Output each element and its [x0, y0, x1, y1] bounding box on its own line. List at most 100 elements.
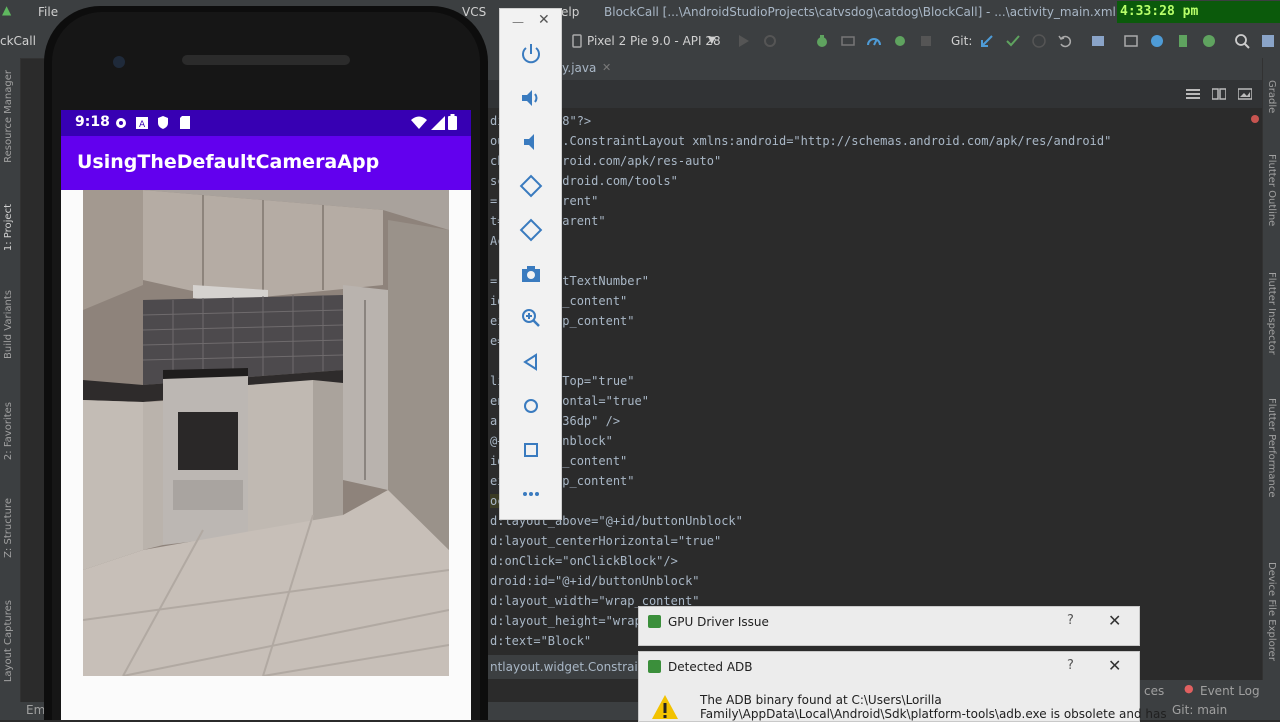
app-bar: UsingTheDefaultCameraApp: [61, 136, 471, 190]
rotate-left-icon[interactable]: [519, 174, 543, 198]
search-icon[interactable]: [1234, 33, 1250, 49]
android-studio-logo-icon: ▲: [2, 3, 12, 17]
tool-build-variants[interactable]: Build Variants: [3, 290, 14, 359]
android-icon: [648, 660, 661, 673]
dialog-title: Detected ADB: [668, 660, 753, 674]
expand-icon[interactable]: [1260, 33, 1276, 49]
window-title: BlockCall [...\AndroidStudioProjects\cat…: [604, 5, 1152, 19]
sd-card-icon: [180, 116, 190, 129]
power-icon[interactable]: [519, 42, 543, 66]
code-line[interactable]: d:layout_height="wrap: [490, 614, 642, 628]
captured-photo: [83, 190, 449, 676]
tool-flutter-inspector[interactable]: Flutter Inspector: [1266, 272, 1277, 355]
tab-close-icon[interactable]: ✕: [602, 61, 611, 74]
apply-changes-icon[interactable]: [892, 33, 908, 49]
help-icon[interactable]: ?: [1067, 613, 1074, 628]
code-view-icon[interactable]: [1186, 88, 1200, 100]
front-camera: [113, 56, 125, 68]
svg-text:A: A: [139, 120, 146, 130]
menu-help[interactable]: elp: [561, 5, 579, 19]
gpu-driver-dialog[interactable]: GPU Driver Issue ? ✕: [638, 606, 1140, 646]
help-icon[interactable]: ?: [1067, 658, 1074, 673]
rerun-icon[interactable]: [762, 33, 778, 49]
git-commit-icon[interactable]: [1005, 33, 1021, 49]
tool-device-file-explorer[interactable]: Device File Explorer: [1266, 562, 1277, 661]
tool-flutter-outline[interactable]: Flutter Outline: [1266, 154, 1277, 226]
app-title: UsingTheDefaultCameraApp: [77, 151, 380, 173]
a-notification-icon: A: [136, 117, 148, 130]
speaker-grille: [182, 55, 350, 65]
volume-down-icon[interactable]: [519, 130, 543, 154]
overview-icon[interactable]: [519, 438, 543, 462]
menu-file[interactable]: File: [38, 5, 58, 19]
profile-icon[interactable]: [866, 33, 882, 49]
debug-icon[interactable]: [814, 33, 830, 49]
settings-icon: [116, 118, 126, 128]
phone-screen[interactable]: 9:18 A UsingTheDefaultCameraApp: [61, 110, 471, 720]
tool-resource-manager[interactable]: Resource Manager: [3, 70, 14, 163]
close-icon[interactable]: ✕: [1108, 611, 1121, 630]
git-update-icon[interactable]: [979, 33, 995, 49]
run-icon[interactable]: [736, 33, 752, 49]
more-icon[interactable]: [519, 482, 543, 506]
volume-up-icon[interactable]: [519, 86, 543, 110]
code-line[interactable]: d:onClick="onClickBlock"/>: [490, 554, 678, 568]
phone-icon: [572, 34, 582, 48]
event-log-badge-icon: ●: [1184, 682, 1194, 695]
tool-project[interactable]: 1: Project: [3, 204, 14, 251]
tool-layout-captures[interactable]: Layout Captures: [3, 600, 14, 682]
code-editor[interactable]: ding="utf-8"?>out.widget.ConstraintLayou…: [486, 80, 1266, 655]
git-branch[interactable]: Git: main: [1172, 703, 1227, 717]
camera-icon[interactable]: [519, 262, 543, 286]
git-label: Git:: [951, 34, 973, 48]
tool-gradle[interactable]: Gradle: [1266, 80, 1277, 113]
phone-time: 9:18: [75, 114, 110, 130]
kitchen-photo-image: [83, 190, 449, 676]
editor-tabs: y.java ✕: [486, 58, 1266, 81]
minimize-icon[interactable]: —: [512, 15, 524, 29]
close-icon[interactable]: ✕: [538, 12, 550, 28]
event-log-button[interactable]: Event Log: [1200, 684, 1260, 698]
design-view-icon[interactable]: [1238, 88, 1252, 100]
code-line[interactable]: out.widget.ConstraintLayout xmlns:androi…: [490, 134, 1111, 148]
dialog-message-line-1: The ADB binary found at C:\Users\Lorilla: [700, 693, 942, 707]
emulator-controls-panel: — ✕: [499, 8, 562, 520]
detected-adb-dialog[interactable]: Detected ADB ? ✕ The ADB binary found at…: [638, 651, 1167, 722]
code-line[interactable]: d:layout_centerHorizontal="true": [490, 534, 721, 548]
stop-icon[interactable]: [918, 33, 934, 49]
status-bar-right: ces ● Event Log: [1140, 680, 1280, 702]
git-history-icon[interactable]: [1031, 33, 1047, 49]
layout-inspector-icon[interactable]: [1123, 33, 1139, 49]
sync-icon[interactable]: [1149, 33, 1165, 49]
editor-view-toolbar: [486, 80, 1266, 108]
dialog-message-line-2: Family\AppData\Local\Android\Sdk\platfor…: [700, 707, 1167, 721]
tool-structure[interactable]: Z: Structure: [3, 498, 14, 558]
breadcrumb[interactable]: ntlayout.widget.ConstraintLa: [486, 655, 646, 679]
status-emulator[interactable]: Em: [26, 703, 45, 717]
wifi-icon: [411, 116, 427, 129]
split-view-icon[interactable]: [1212, 88, 1226, 100]
close-icon[interactable]: ✕: [1108, 656, 1121, 675]
attach-debugger-icon[interactable]: [840, 33, 856, 49]
tab-main-activity[interactable]: y.java: [562, 61, 596, 75]
avd-manager-icon[interactable]: [1175, 33, 1191, 49]
home-icon[interactable]: [519, 394, 543, 418]
rotate-right-icon[interactable]: [519, 218, 543, 242]
chevron-down-icon: ▼: [708, 35, 716, 46]
device-label: Pixel 2 Pie 9.0 - API 28: [587, 34, 721, 48]
sdk-manager-icon[interactable]: [1201, 33, 1217, 49]
error-indicator-icon[interactable]: [1250, 114, 1260, 124]
undo-icon[interactable]: [1057, 33, 1073, 49]
code-line[interactable]: droid:id="@+id/buttonUnblock": [490, 574, 700, 588]
project-name[interactable]: ckCall: [0, 34, 36, 48]
warning-icon: [652, 695, 678, 719]
project-structure-icon[interactable]: [1090, 33, 1106, 49]
tool-favorites[interactable]: 2: Favorites: [3, 402, 14, 460]
tool-flutter-performance[interactable]: Flutter Performance: [1266, 398, 1277, 498]
zoom-icon[interactable]: [519, 306, 543, 330]
back-icon[interactable]: [519, 350, 543, 374]
phone-status-bar: 9:18 A: [61, 110, 471, 136]
android-icon: [648, 615, 661, 628]
clock-overlay: 4:33:28 pm 01/03/2021: [1117, 1, 1280, 41]
code-line[interactable]: d:text="Block": [490, 634, 591, 648]
